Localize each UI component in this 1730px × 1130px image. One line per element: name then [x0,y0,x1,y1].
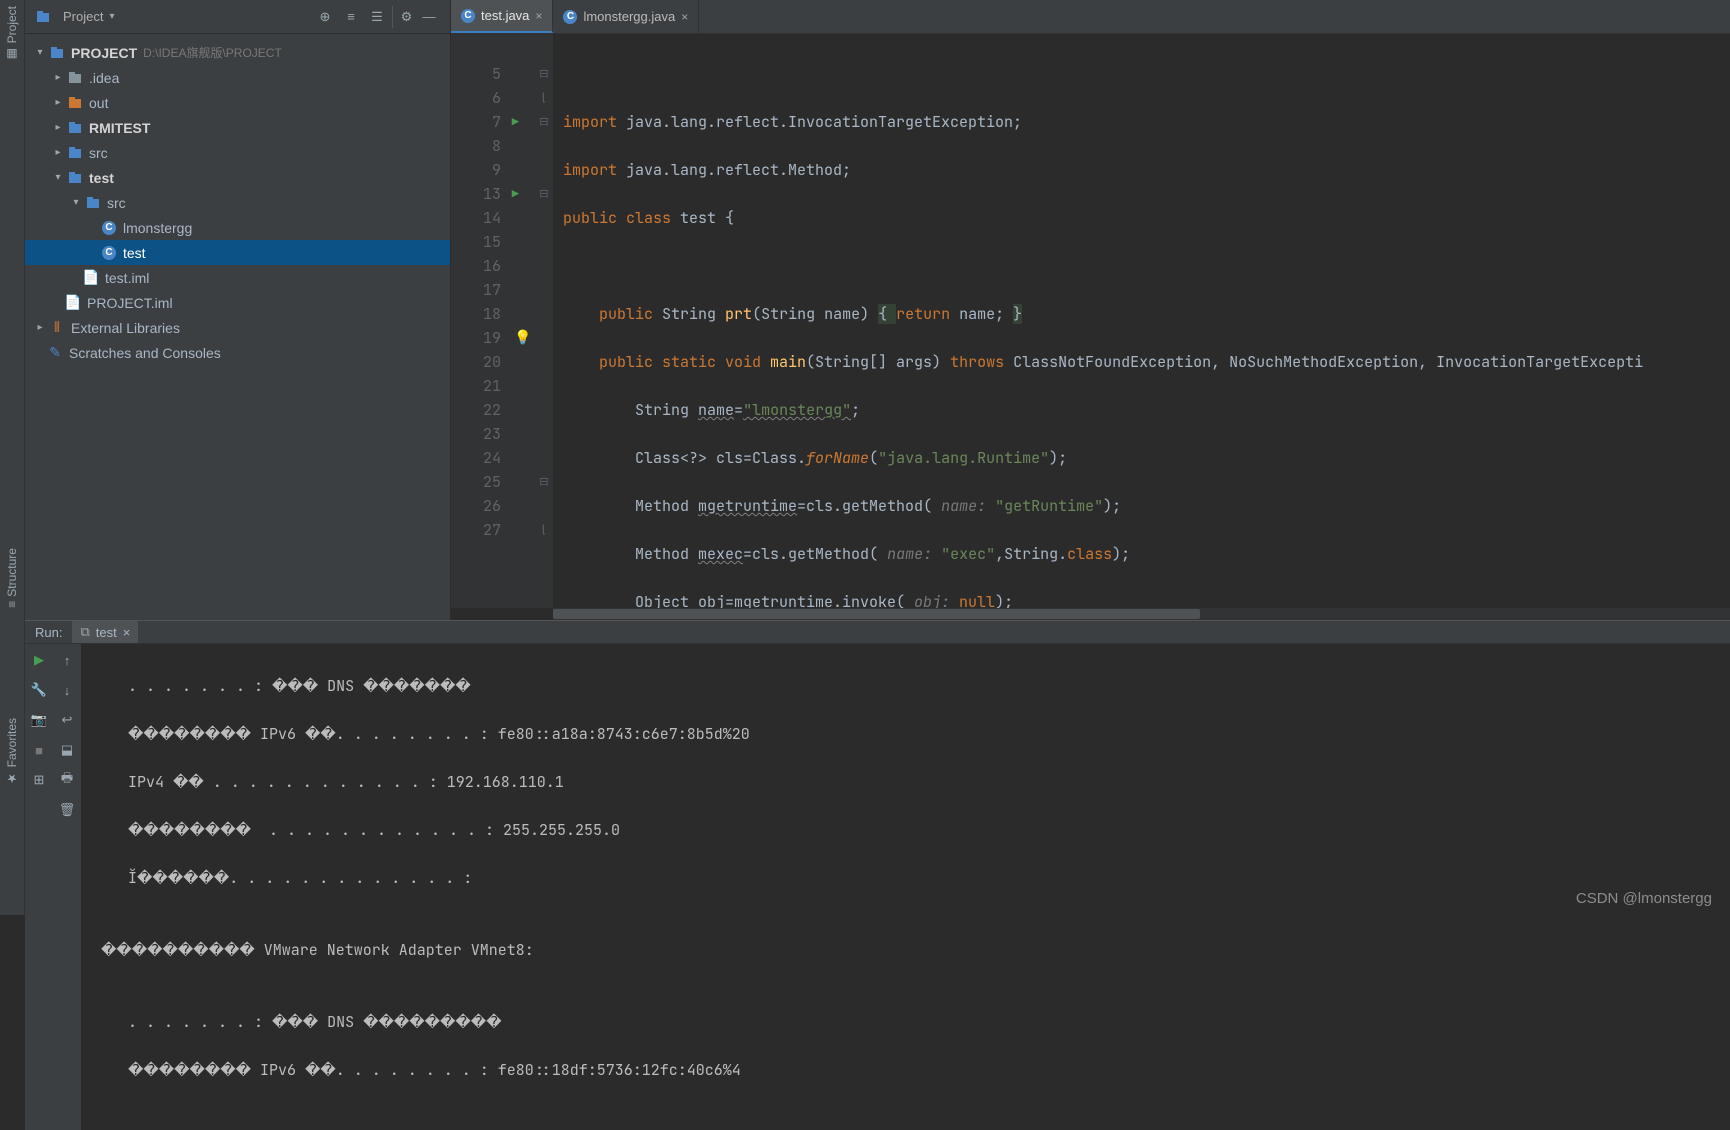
up-icon[interactable]: ↑ [57,650,77,670]
scrollbar-thumb[interactable] [553,609,1200,619]
tree-node-test-iml[interactable]: 📄test.iml [25,265,450,290]
tab-test-java[interactable]: Ctest.java× [451,0,553,33]
intention-bulb-icon[interactable]: 💡 [514,326,531,350]
wrench-icon[interactable]: 🔧 [29,680,49,700]
tree-node-test-class[interactable]: Ctest [25,240,450,265]
project-tree[interactable]: ▾PROJECTD:\IDEA旗舰版\PROJECT ▸.idea ▸out ▸… [25,34,450,371]
watermark: CSDN @lmonstergg [1576,890,1712,907]
run-tool-window: Run: ⧉test× ▶ 🔧 📷 ■ ⊞ ↑ ↓ ↩ ⬓ 🖶 🗑 [25,620,1730,915]
close-icon[interactable]: × [681,10,688,24]
library-icon: ⫴ [49,320,65,336]
rerun-icon[interactable]: ▶ [29,650,49,670]
scroll-end-icon[interactable]: ⬓ [57,740,77,760]
project-tool-label[interactable]: ▦Project [5,6,19,61]
editor-panel: Ctest.java× Clmonstergg.java× 5 6 7▶ 8 9… [451,0,1730,620]
class-icon: C [563,10,577,24]
camera-icon[interactable]: 📷 [29,710,49,730]
hide-icon[interactable]: — [418,6,440,28]
close-icon[interactable]: × [123,625,131,640]
code-editor[interactable]: 5 6 7▶ 8 9 13▶ 14 15 16 17 18 19 20 21 [451,34,1730,608]
run-label: Run: [35,625,62,640]
tree-node-lmonstergg[interactable]: Clmonstergg [25,215,450,240]
trash-icon[interactable]: 🗑 [57,800,77,820]
tree-node-rmitest[interactable]: ▸RMITEST [25,115,450,140]
tree-node-scratches[interactable]: ✎Scratches and Consoles [25,340,450,365]
line-number-gutter[interactable]: 5 6 7▶ 8 9 13▶ 14 15 16 17 18 19 20 21 [451,34,511,608]
run-gutter-icon[interactable]: ▶ [512,110,519,134]
down-icon[interactable]: ↓ [57,680,77,700]
layout-icon[interactable]: ⊞ [29,770,49,790]
tool-window-stripe-left[interactable]: ▦Project ≡Structure ★Favorites [0,0,25,915]
tree-node-test[interactable]: ▾test [25,165,450,190]
project-view-selector[interactable]: Project ▾ [35,9,115,25]
tree-node-idea[interactable]: ▸.idea [25,65,450,90]
tree-root[interactable]: ▾PROJECTD:\IDEA旗舰版\PROJECT [25,40,450,65]
stop-icon[interactable]: ■ [29,740,49,760]
fold-gutter[interactable]: ⊟⌊⊟ ⊟⊟⌊ [535,34,553,608]
settings-icon[interactable]: ⚙ [392,6,414,28]
locate-icon[interactable]: ⊕ [314,6,336,28]
structure-tool-label[interactable]: ≡Structure [5,548,19,608]
code-content[interactable]: import import java.lang.reflect.Invocati… [553,34,1730,608]
favorites-tool-label[interactable]: ★Favorites [5,718,19,785]
iml-icon: 📄 [65,295,81,311]
tree-node-project-iml[interactable]: 📄PROJECT.iml [25,290,450,315]
tree-node-src[interactable]: ▸src [25,140,450,165]
project-panel: Project ▾ ⊕ ≡ ☰ ⚙ — ▾PROJECTD:\IDEA旗舰版\P… [25,0,451,620]
run-toolbar-left2: ↑ ↓ ↩ ⬓ 🖶 🗑 [53,644,81,1130]
run-gutter-icon[interactable]: ▶ [512,182,519,206]
tree-node-test-src[interactable]: ▾src [25,190,450,215]
project-panel-header: Project ▾ ⊕ ≡ ☰ ⚙ — [25,0,450,34]
scratches-icon: ✎ [47,345,63,361]
class-icon: C [102,246,116,260]
run-toolbar-left: ▶ 🔧 📷 ■ ⊞ [25,644,53,1130]
tree-node-ext-libs[interactable]: ▸⫴External Libraries [25,315,450,340]
iml-icon: 📄 [83,270,99,286]
tree-node-out[interactable]: ▸out [25,90,450,115]
close-icon[interactable]: × [535,9,542,23]
tab-lmonstergg-java[interactable]: Clmonstergg.java× [553,0,699,33]
print-icon[interactable]: 🖶 [57,770,77,790]
softwrap-icon[interactable]: ↩ [57,710,77,730]
class-icon: C [461,9,475,23]
run-header: Run: ⧉test× [25,621,1730,644]
class-icon: C [102,221,116,235]
editor-tabs: Ctest.java× Clmonstergg.java× [451,0,1730,34]
run-tab-test[interactable]: ⧉test× [72,621,138,643]
console-output[interactable]: . . . . . . . : ��� DNS ������� ��������… [81,644,1730,1130]
horizontal-scrollbar[interactable] [553,608,1730,620]
collapse-all-icon[interactable]: ☰ [366,6,388,28]
expand-all-icon[interactable]: ≡ [340,6,362,28]
